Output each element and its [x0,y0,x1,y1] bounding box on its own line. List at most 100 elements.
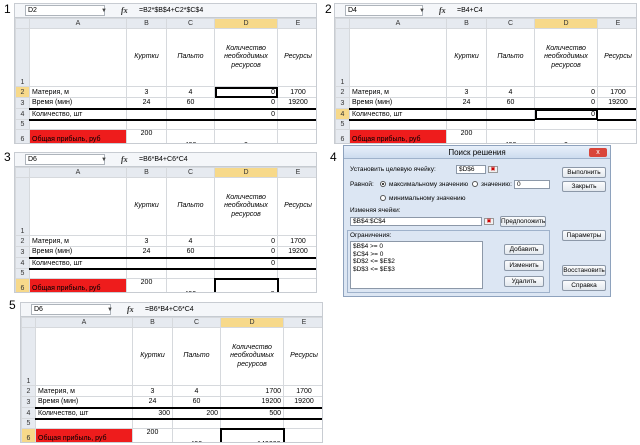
row-header-6[interactable]: 6 [21,428,36,442]
col-header-c[interactable]: C [166,167,215,178]
cell-c4[interactable] [166,108,215,121]
close-icon[interactable]: x [589,148,607,157]
cell-d5[interactable] [214,119,278,130]
row-header-6[interactable]: 6 [15,278,30,292]
col-header-b[interactable]: B [126,18,167,29]
reset-button[interactable]: Восстановить [562,265,606,276]
row-header-5[interactable]: 5 [21,418,36,429]
row-header-3[interactable]: 3 [15,97,30,109]
cell-b2[interactable]: 3 [132,385,173,397]
cell-e4[interactable] [277,257,316,270]
formula-input[interactable]: =B2*$B$4+C2*$C$4 [139,4,203,17]
cell-e1-header[interactable]: Ресурсы [277,28,316,87]
row-header-3[interactable]: 3 [335,97,350,109]
cell-d3[interactable]: 0 [214,246,278,259]
cell-d6[interactable]: 0 [214,129,278,143]
cell-e5[interactable] [283,418,322,429]
row-header-5[interactable]: 5 [335,119,350,130]
cell-b2[interactable]: 3 [126,235,167,247]
value-radio[interactable] [472,181,478,187]
cell-e6[interactable] [597,129,636,143]
name-box[interactable]: D4 [345,5,423,16]
cell-c2[interactable]: 4 [486,86,535,98]
cell-b1-header[interactable]: Куртки [446,28,487,87]
cell-d5[interactable] [214,268,278,279]
row-header-2[interactable]: 2 [15,235,30,247]
cell-d3[interactable]: 0 [534,97,598,110]
corner-cell[interactable] [15,167,30,178]
cell-b6[interactable]: 200 [126,278,167,292]
range-picker-icon[interactable]: ▣ [488,166,498,173]
cell-e2[interactable]: 1700 [597,86,636,98]
cell-e6[interactable] [283,428,322,442]
cell-b3[interactable]: 24 [132,396,173,409]
row-header-5[interactable]: 5 [15,119,30,130]
cell-a2-label[interactable]: Материя, м [29,86,127,98]
change-button[interactable]: Изменить [504,260,544,271]
cell-a4-label[interactable]: Количество, шт [349,108,447,121]
cell-a5[interactable] [29,119,127,130]
row-header-3[interactable]: 3 [21,396,36,408]
help-button[interactable]: Справка [562,280,606,291]
cell-a2-label[interactable]: Материя, м [29,235,127,247]
cell-e2[interactable]: 1700 [283,385,322,397]
col-header-a[interactable]: A [35,317,133,328]
guess-button[interactable]: Предположить [500,216,546,227]
cell-b6[interactable]: 200 [126,129,167,143]
cell-c3[interactable]: 60 [486,97,535,110]
row-header-4[interactable]: 4 [15,257,30,269]
row-header-3[interactable]: 3 [15,246,30,258]
max-radio[interactable] [380,181,386,187]
cell-d2[interactable]: 0 [534,86,598,98]
cell-b1-header[interactable]: Куртки [126,177,167,236]
cell-a1[interactable] [35,327,133,386]
row-header-4[interactable]: 4 [21,407,36,419]
cell-a6-label[interactable]: Общая прибыль, руб [29,278,127,292]
cell-b6[interactable]: 200 [132,428,173,442]
cell-e1-header[interactable]: Ресурсы [283,327,322,386]
col-header-d[interactable]: D [214,167,278,178]
cell-a2-label[interactable]: Материя, м [349,86,447,98]
constraint-item[interactable]: $D$3 <= $E$3 [353,266,480,274]
cell-c2[interactable]: 4 [172,385,221,397]
cell-d4[interactable]: 500 [220,407,284,420]
name-box[interactable]: D2 [25,5,105,16]
cell-e1-header[interactable]: Ресурсы [597,28,636,87]
cell-c1-header[interactable]: Пальто [486,28,535,87]
cell-c3[interactable]: 60 [166,97,215,110]
constraint-item[interactable]: $C$4 >= 0 [353,251,480,259]
cell-b3[interactable]: 24 [126,246,167,259]
cell-d2[interactable]: 1700 [220,385,284,397]
col-header-e[interactable]: E [597,18,636,29]
cell-c6[interactable]: 400 [172,428,221,442]
cell-d1-header[interactable]: Количество необходимых ресурсов [534,28,598,87]
row-header-2[interactable]: 2 [15,86,30,98]
cell-d2[interactable]: 0 [214,235,278,247]
fx-icon[interactable]: fx [127,303,134,316]
col-header-e[interactable]: E [277,167,316,178]
cell-e5[interactable] [277,268,316,279]
col-header-b[interactable]: B [126,167,167,178]
min-radio[interactable] [380,195,386,201]
cell-b5[interactable] [126,268,167,279]
cell-b2[interactable]: 3 [126,86,167,98]
cell-c6[interactable]: 400 [166,129,215,143]
cell-e3[interactable]: 19200 [597,97,636,110]
cell-c1-header[interactable]: Пальто [172,327,221,386]
cell-a1[interactable] [29,28,127,87]
cell-a5[interactable] [29,268,127,279]
cell-b3[interactable]: 24 [446,97,487,110]
cell-c1-header[interactable]: Пальто [166,28,215,87]
cell-d5[interactable] [534,119,598,130]
row-header-6[interactable]: 6 [15,129,30,143]
corner-cell[interactable] [21,317,36,328]
fx-icon[interactable]: fx [121,153,128,166]
name-box-dropdown-icon[interactable]: ▼ [419,5,425,18]
cell-b4[interactable] [126,257,167,270]
row-header-2[interactable]: 2 [21,385,36,397]
cell-a4-label[interactable]: Количество, шт [29,108,127,121]
corner-cell[interactable] [335,18,350,29]
cell-c5[interactable] [172,418,221,429]
cell-d6-selected[interactable]: 140000 [219,427,285,442]
cell-c5[interactable] [166,119,215,130]
